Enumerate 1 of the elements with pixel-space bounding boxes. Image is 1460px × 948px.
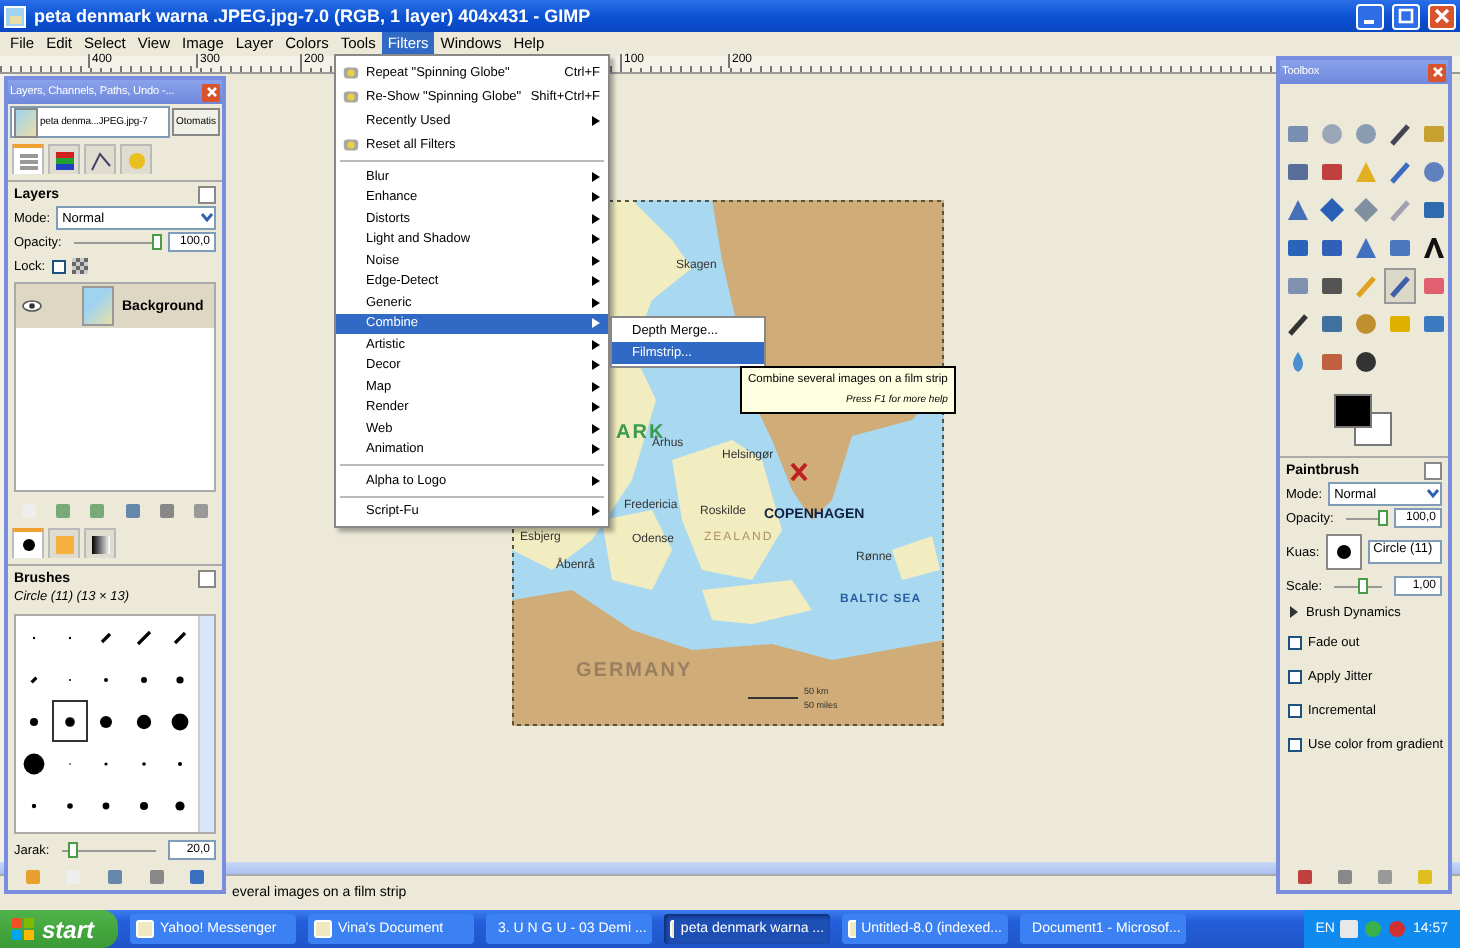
window-title: peta denmark warna .JPEG.jpg-7.0 (RGB, 1 layer) 404x431 - GIMP — [34, 6, 593, 26]
